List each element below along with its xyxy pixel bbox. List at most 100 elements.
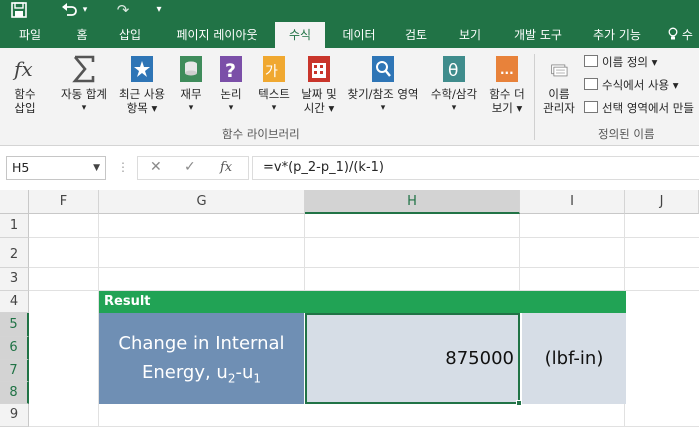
- column-header-g[interactable]: G: [99, 190, 305, 214]
- logical-icon: ?: [220, 56, 242, 82]
- financial-label-2: ▾: [188, 103, 194, 113]
- math-trig-button[interactable]: θ 수학/삼각 ▾: [426, 54, 482, 115]
- formula-input[interactable]: =v*(p_2-p_1)/(k-1): [252, 156, 699, 180]
- row-header-5[interactable]: 5: [0, 313, 29, 337]
- more-functions-button[interactable]: ... 함수 더 보기 ▾: [484, 54, 530, 115]
- result-value-cell[interactable]: 875000: [305, 313, 520, 404]
- ribbon-tabs: 파일 홈 삽입 페이지 레이아웃 수식 데이터 검토 보기 개발 도구 추가 기…: [0, 22, 699, 48]
- undo-icon[interactable]: [60, 2, 78, 18]
- text-icon: 가: [263, 56, 285, 82]
- column-header-h[interactable]: H: [305, 190, 520, 214]
- recent-functions-button[interactable]: 최근 사용 항목 ▾: [114, 54, 170, 115]
- tab-developer[interactable]: 개발 도구: [505, 22, 571, 48]
- column-header-f[interactable]: F: [29, 190, 99, 214]
- formula-bar-resize-handle[interactable]: ⋮: [117, 160, 129, 174]
- name-manager-label-1: 이름: [548, 87, 570, 101]
- svg-text:가: 가: [265, 64, 278, 80]
- lightbulb-icon: [668, 27, 678, 40]
- math-trig-label-1: 수학/삼각: [430, 87, 478, 101]
- label-minus-u: -u: [235, 362, 254, 383]
- defined-names-group-label: 정의된 이름: [598, 127, 655, 141]
- tab-view[interactable]: 보기: [448, 22, 492, 48]
- row-header-3[interactable]: 3: [0, 268, 29, 291]
- use-in-formula-label: 수식에서 사용 ▾: [602, 78, 679, 92]
- enter-icon[interactable]: ✓: [184, 159, 196, 175]
- tab-file[interactable]: 파일: [6, 22, 54, 48]
- math-trig-label-2: ▾: [451, 103, 457, 113]
- gridline: [304, 214, 305, 291]
- worksheet-grid: F G H I J 1 2 3 4 5 6 7 8 9 Result Chang…: [0, 190, 699, 427]
- use-in-formula-button[interactable]: 수식에서 사용 ▾: [584, 76, 679, 94]
- tag-icon: [584, 55, 598, 67]
- column-header-i[interactable]: I: [520, 190, 625, 214]
- autosum-button[interactable]: 자동 합계 ▾: [56, 54, 112, 115]
- logical-button[interactable]: ? 논리 ▾: [216, 54, 246, 115]
- excel-window: ▾ ↷ ▾ 파일 홈 삽입 페이지 레이아웃 수식 데이터 검토 보기 개발 도…: [0, 0, 699, 427]
- column-header-j[interactable]: J: [625, 190, 699, 214]
- row-header-2[interactable]: 2: [0, 238, 29, 268]
- cancel-icon[interactable]: ✕: [150, 159, 162, 175]
- text-functions-button[interactable]: 가 텍스트 ▾: [254, 54, 294, 115]
- fx-icon: fx: [12, 57, 33, 81]
- row-header-7[interactable]: 7: [0, 360, 29, 382]
- theta-icon: θ: [443, 56, 465, 82]
- create-from-selection-button[interactable]: 선택 영역에서 만들: [584, 99, 694, 117]
- financial-button[interactable]: 재무 ▾: [176, 54, 206, 115]
- define-name-label: 이름 정의 ▾: [602, 55, 658, 69]
- select-all-corner[interactable]: [0, 190, 29, 214]
- formula-buttons: ✕ ✓ fx: [137, 156, 249, 180]
- row-header-6[interactable]: 6: [0, 337, 29, 360]
- text-functions-label-2: ▾: [271, 103, 277, 113]
- tab-review[interactable]: 검토: [394, 22, 438, 48]
- logical-label-1: 논리: [220, 87, 242, 101]
- tab-page-layout[interactable]: 페이지 레이아웃: [162, 22, 272, 48]
- tell-me-label: 수: [681, 28, 693, 42]
- row-header-4[interactable]: 4: [0, 291, 29, 313]
- svg-text:?: ?: [225, 60, 236, 82]
- recent-functions-label-1: 최근 사용: [119, 87, 165, 101]
- sigma-icon: [72, 55, 95, 83]
- tab-addins[interactable]: 추가 기능: [582, 22, 652, 48]
- name-box-value: H5: [12, 160, 30, 175]
- result-label-line1: Change in Internal: [118, 333, 285, 354]
- tell-me-search[interactable]: 수: [668, 22, 699, 48]
- quick-access-toolbar: ▾ ↷ ▾: [0, 0, 699, 22]
- recent-functions-label-2: 항목 ▾: [126, 101, 158, 115]
- formula-bar: H5 ▼ ⋮ ✕ ✓ fx =v*(p_2-p_1)/(k-1): [0, 146, 699, 190]
- create-from-selection-icon: [584, 101, 598, 113]
- tab-insert[interactable]: 삽입: [108, 22, 152, 48]
- name-manager-button[interactable]: 이름 관리자: [538, 62, 580, 115]
- gridline: [519, 214, 520, 291]
- more-functions-label-2: 보기 ▾: [491, 101, 523, 115]
- result-label-line2: Energy, u2-u1: [142, 362, 261, 386]
- redo-icon[interactable]: ↷: [113, 0, 133, 22]
- define-name-button[interactable]: 이름 정의 ▾: [584, 53, 657, 71]
- result-header: Result: [99, 291, 626, 313]
- gridline: [29, 237, 699, 238]
- row-header-1[interactable]: 1: [0, 214, 29, 238]
- name-manager-label-2: 관리자: [543, 101, 575, 115]
- formula-tag-icon: [584, 78, 598, 90]
- save-icon[interactable]: [10, 1, 28, 19]
- autosum-label-2: ▾: [81, 103, 87, 113]
- gridline: [29, 267, 699, 268]
- name-box-dropdown-icon[interactable]: ▼: [93, 157, 100, 179]
- row-header-8[interactable]: 8: [0, 382, 29, 404]
- tab-data[interactable]: 데이터: [333, 22, 385, 48]
- row-header-9[interactable]: 9: [0, 404, 29, 427]
- lookup-icon: [372, 56, 394, 82]
- result-unit-cell[interactable]: (lbf-in): [522, 313, 626, 404]
- result-label-cell[interactable]: Change in Internal Energy, u2-u1: [99, 313, 304, 404]
- undo-dropdown-icon[interactable]: ▾: [80, 0, 90, 22]
- lookup-reference-button[interactable]: 찾기/참조 영역 ▾: [342, 54, 424, 115]
- name-box[interactable]: H5 ▼: [6, 156, 106, 180]
- tab-home[interactable]: 홈: [60, 22, 104, 48]
- svg-text:θ: θ: [448, 61, 458, 81]
- customize-qat-icon[interactable]: ▾: [152, 0, 166, 22]
- autosum-label-1: 자동 합계: [61, 87, 107, 101]
- tab-formulas[interactable]: 수식: [275, 22, 325, 48]
- insert-function-fx-icon[interactable]: fx: [220, 160, 232, 175]
- datetime-button[interactable]: 날짜 및 시간 ▾: [296, 54, 342, 115]
- insert-function-button[interactable]: fx 함수 삽입: [8, 54, 42, 115]
- lookup-reference-label-2: ▾: [380, 103, 386, 113]
